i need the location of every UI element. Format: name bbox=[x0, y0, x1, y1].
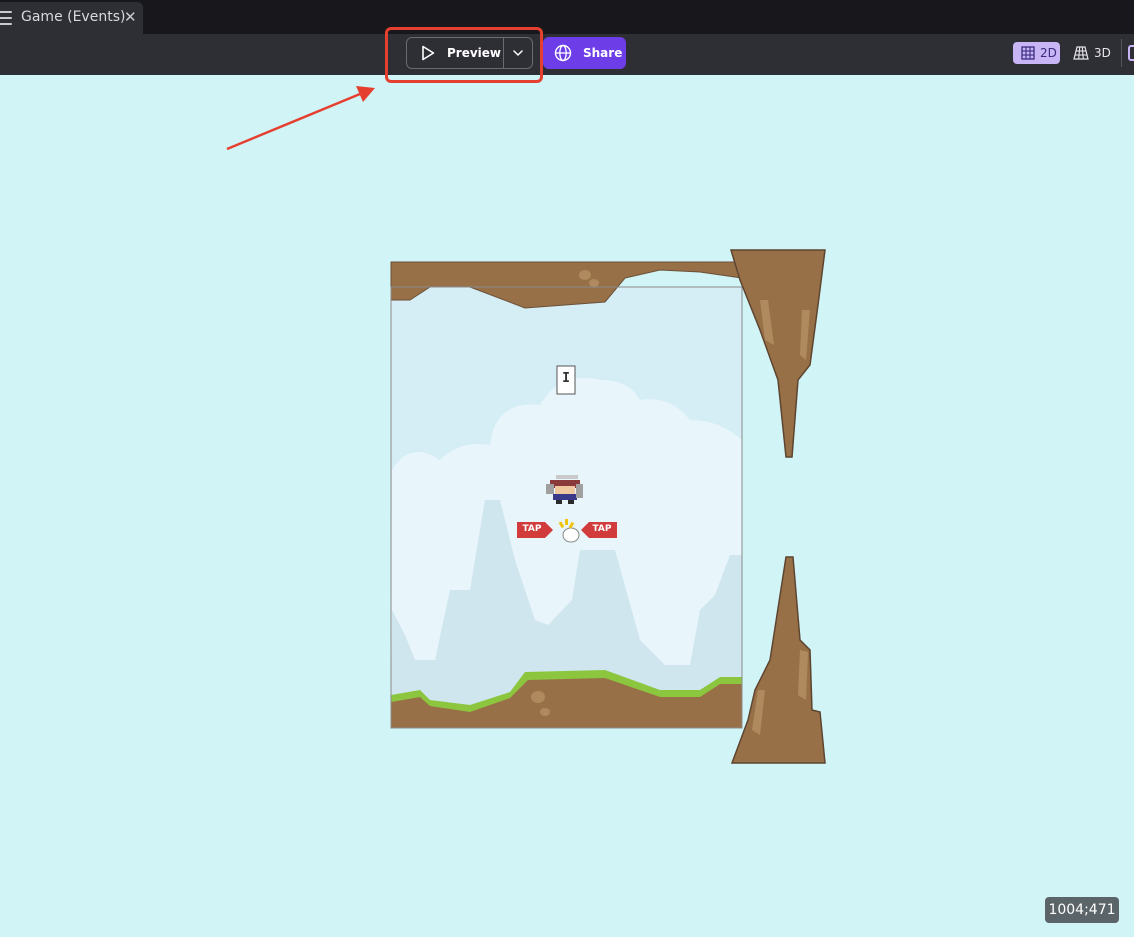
obstacle-top bbox=[729, 249, 826, 458]
tap-left-label: TAP bbox=[522, 524, 542, 534]
tab-title: Game (Events) bbox=[21, 9, 126, 25]
menu-icon[interactable] bbox=[0, 11, 14, 25]
grid-icon bbox=[1021, 46, 1035, 60]
view-2d-label: 2D bbox=[1040, 46, 1057, 60]
obstacle-bottom bbox=[730, 556, 826, 764]
globe-icon bbox=[554, 44, 572, 62]
toolbar-divider bbox=[1121, 39, 1122, 67]
view-3d-toggle[interactable]: 3D bbox=[1066, 42, 1116, 64]
tab-bar: Game (Events) ✕ bbox=[0, 0, 1134, 34]
view-2d-toggle[interactable]: 2D bbox=[1013, 42, 1060, 64]
perspective-grid-icon bbox=[1073, 46, 1089, 60]
cursor-coordinates: 1004;471 bbox=[1045, 897, 1119, 923]
share-button[interactable]: Share bbox=[543, 37, 626, 69]
toolbar-overflow-icon[interactable] bbox=[1128, 45, 1134, 61]
share-label: Share bbox=[583, 46, 623, 60]
scene-drawing bbox=[390, 249, 826, 764]
ceiling-rock bbox=[579, 270, 591, 280]
tap-right-label: TAP bbox=[592, 524, 612, 534]
scene-editor-canvas[interactable]: I TAP TAP bbox=[0, 75, 1134, 937]
scene-toolbar: Preview Share 2D 3D bbox=[0, 34, 1134, 75]
tab-game-events[interactable]: Game (Events) ✕ bbox=[0, 2, 143, 34]
close-icon[interactable]: ✕ bbox=[124, 8, 137, 26]
score-text: I bbox=[562, 371, 570, 386]
view-3d-label: 3D bbox=[1094, 46, 1111, 60]
